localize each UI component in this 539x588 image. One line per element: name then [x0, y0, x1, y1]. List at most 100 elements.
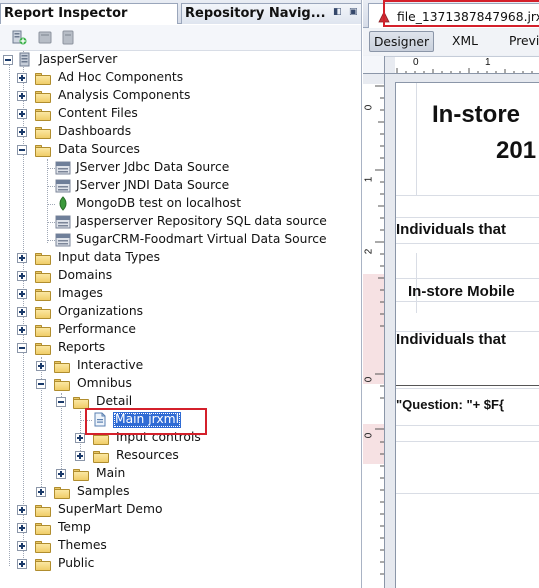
repository-tree: JasperServer Ad Hoc Components Analysis …: [0, 51, 361, 588]
tree-item-performance[interactable]: Performance: [0, 321, 361, 339]
tree-item-label: Public: [58, 556, 95, 570]
tree-item-analysis-components[interactable]: Analysis Components: [0, 87, 361, 105]
designer-mode-button[interactable]: Designer: [369, 31, 434, 52]
horizontal-ruler: 0 1: [385, 56, 539, 74]
expand-toggle[interactable]: [36, 487, 46, 497]
expand-toggle[interactable]: [17, 559, 27, 569]
export-icon[interactable]: [60, 30, 76, 45]
xml-mode-button[interactable]: XML: [445, 31, 485, 52]
tree-item-omnibus[interactable]: Omnibus: [0, 375, 361, 393]
expand-toggle[interactable]: [17, 271, 27, 281]
expand-toggle[interactable]: [17, 127, 27, 137]
preview-mode-button[interactable]: Preview: [509, 31, 539, 52]
tab-report-inspector[interactable]: Report Inspector: [0, 3, 178, 24]
tree-item-dashboards[interactable]: Dashboards: [0, 123, 361, 141]
folder-icon: [35, 124, 51, 139]
expand-toggle[interactable]: [56, 469, 66, 479]
report-text-field[interactable]: Individuals that: [396, 331, 506, 348]
tree-item-ad-hoc-components[interactable]: Ad Hoc Components: [0, 69, 361, 87]
tree-item-input-data-types[interactable]: Input data Types: [0, 249, 361, 267]
vertical-ruler: 0 1 2 0 0: [363, 74, 385, 588]
tree-item-label: Samples: [77, 484, 130, 498]
tree-item-resources[interactable]: Resources: [0, 447, 361, 465]
report-text-field[interactable]: Individuals that: [396, 221, 506, 238]
tree-item-label: JServer JNDI Data Source: [76, 178, 230, 192]
tree-item-content-files[interactable]: Content Files: [0, 105, 361, 123]
tree-item-label: Analysis Components: [58, 88, 191, 102]
folder-icon: [35, 556, 51, 571]
design-canvas[interactable]: In-store 201 Individuals that In-store M…: [385, 74, 539, 588]
folder-icon: [35, 304, 51, 319]
expand-toggle[interactable]: [17, 505, 27, 515]
ruler-label: 1: [485, 57, 491, 68]
expand-toggle[interactable]: [17, 523, 27, 533]
server-icon: [19, 52, 30, 67]
collapse-toggle[interactable]: [36, 379, 46, 389]
tree-item-label: Dashboards: [58, 124, 132, 138]
collapse-toggle[interactable]: [3, 55, 13, 65]
folder-icon: [35, 268, 51, 283]
tree-item-mongodb[interactable]: MongoDB test on localhost: [0, 195, 361, 213]
folder-icon: [35, 106, 51, 121]
expand-toggle[interactable]: [17, 307, 27, 317]
report-page[interactable]: In-store 201 Individuals that In-store M…: [395, 82, 539, 588]
expand-toggle[interactable]: [17, 253, 27, 263]
folder-icon: [35, 88, 51, 103]
collapse-toggle[interactable]: [17, 145, 27, 155]
expand-toggle[interactable]: [17, 73, 27, 83]
sql-datasource-icon: [55, 215, 71, 229]
tree-item-jdbc-data-source[interactable]: JServer Jdbc Data Source: [0, 159, 361, 177]
folder-open-icon: [35, 142, 51, 157]
import-icon[interactable]: [37, 30, 53, 45]
tree-item-label: Resources: [116, 448, 179, 462]
tree-item-label: Themes: [58, 538, 107, 552]
expand-toggle[interactable]: [36, 361, 46, 371]
expand-toggle[interactable]: [17, 289, 27, 299]
add-server-icon[interactable]: [11, 30, 27, 45]
tree-item-repository-sql[interactable]: Jasperserver Repository SQL data source: [0, 213, 361, 231]
tree-item-data-sources[interactable]: Data Sources: [0, 141, 361, 159]
tree-item-domains[interactable]: Domains: [0, 267, 361, 285]
expand-toggle[interactable]: [17, 541, 27, 551]
tree-item-sugarcrm[interactable]: SugarCRM-Foodmart Virtual Data Source: [0, 231, 361, 249]
maximize-icon[interactable]: ▣: [349, 8, 358, 17]
tree-item-label: Data Sources: [58, 142, 140, 156]
expand-toggle[interactable]: [17, 109, 27, 119]
folder-icon: [35, 250, 51, 265]
tree-item-label: Performance: [58, 322, 136, 336]
folder-icon: [93, 448, 109, 463]
tree-item-organizations[interactable]: Organizations: [0, 303, 361, 321]
collapse-toggle[interactable]: [17, 343, 27, 353]
left-panel: Report Inspector Repository Navig... ◧ ▣: [0, 0, 362, 588]
tree-item-public[interactable]: Public: [0, 555, 361, 573]
expand-toggle[interactable]: [75, 451, 85, 461]
tree-item-label: Main: [96, 466, 126, 480]
tree-item-label: SuperMart Demo: [58, 502, 163, 516]
tree-item-reports[interactable]: Reports: [0, 339, 361, 357]
tree-item-jndi-data-source[interactable]: JServer JNDI Data Source: [0, 177, 361, 195]
report-subtitle-year[interactable]: 201: [496, 137, 536, 165]
tree-item-label: JServer Jdbc Data Source: [76, 160, 230, 174]
expand-toggle[interactable]: [17, 91, 27, 101]
folder-icon: [35, 538, 51, 553]
tree-item-supermart-demo[interactable]: SuperMart Demo: [0, 501, 361, 519]
report-expression-field[interactable]: "Question: "+ $F{: [396, 397, 504, 412]
folder-icon: [73, 466, 89, 481]
tree-root[interactable]: JasperServer: [0, 51, 361, 69]
expand-toggle[interactable]: [75, 433, 85, 443]
repository-toolbar: [0, 25, 361, 51]
expand-toggle[interactable]: [17, 325, 27, 335]
report-text-field[interactable]: In-store Mobile: [408, 283, 515, 300]
tree-item-interactive[interactable]: Interactive: [0, 357, 361, 375]
tree-item-themes[interactable]: Themes: [0, 537, 361, 555]
collapse-toggle[interactable]: [56, 397, 66, 407]
tree-item-main[interactable]: Main: [0, 465, 361, 483]
tree-item-temp[interactable]: Temp: [0, 519, 361, 537]
tree-item-images[interactable]: Images: [0, 285, 361, 303]
report-title[interactable]: In-store: [432, 101, 520, 129]
highlight-annotation-box: [85, 408, 207, 435]
folder-icon: [35, 520, 51, 535]
tree-item-samples[interactable]: Samples: [0, 483, 361, 501]
folder-icon: [35, 286, 51, 301]
minimize-icon[interactable]: ◧: [333, 8, 342, 17]
